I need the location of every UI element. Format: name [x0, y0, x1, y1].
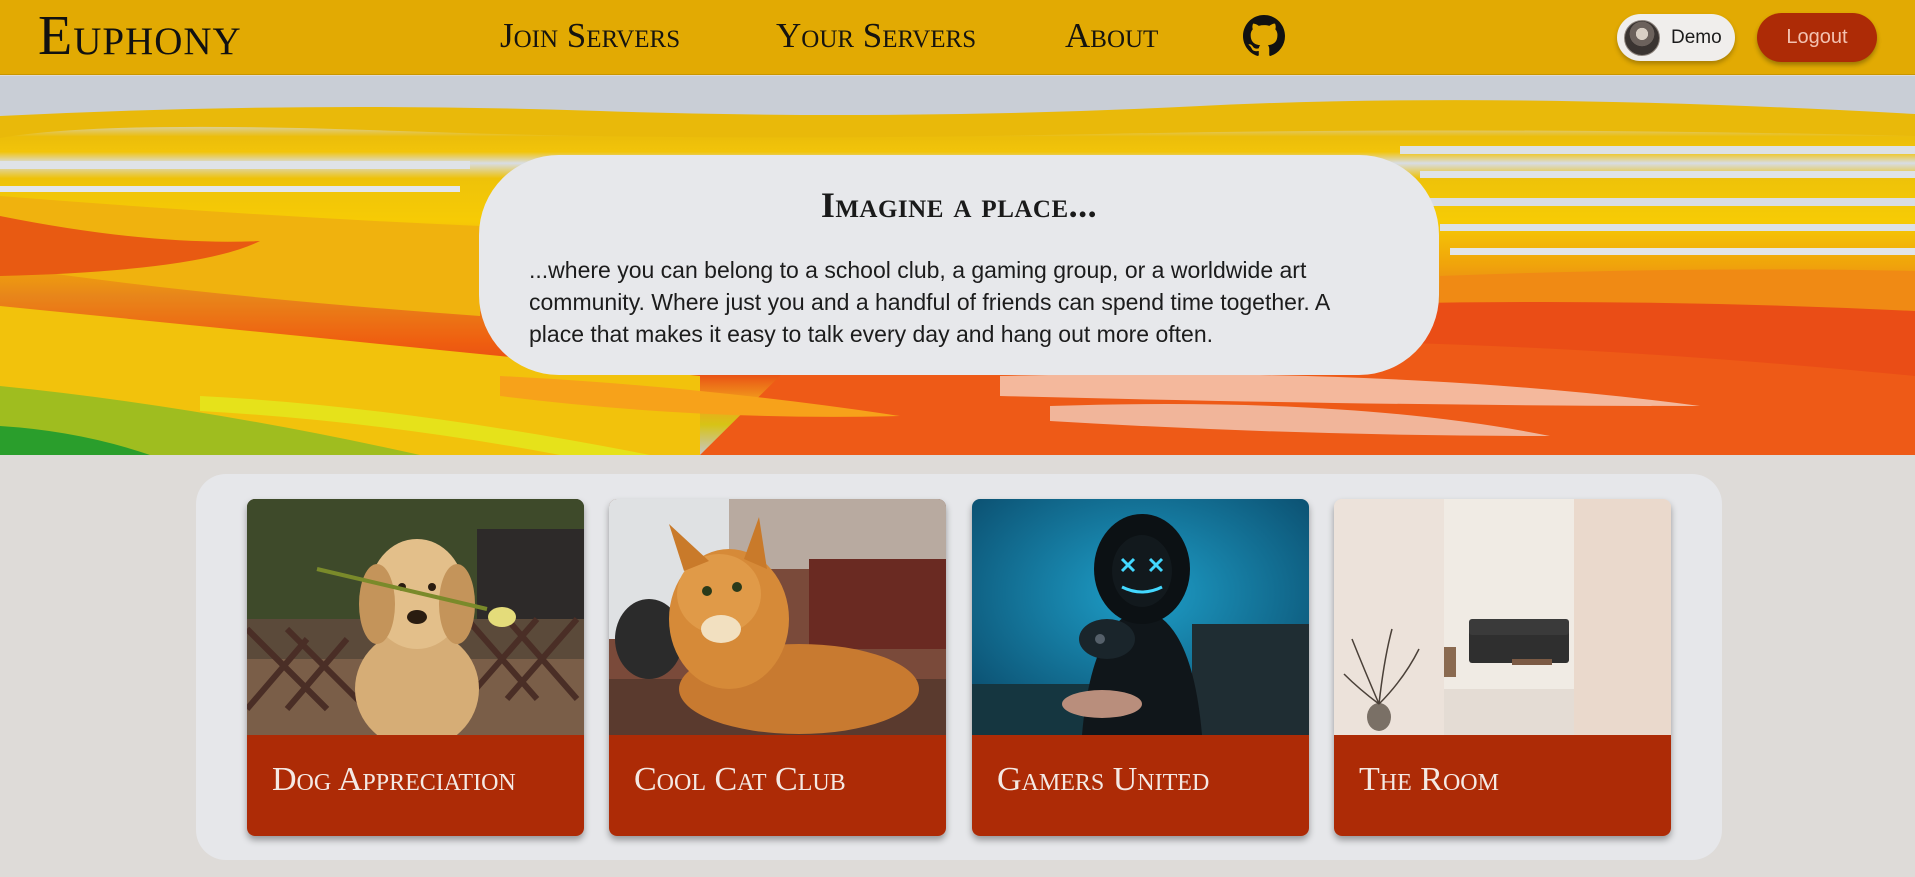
server-card-cool-cat-club[interactable]: Cool Cat Club — [609, 499, 946, 836]
server-name: Dog Appreciation — [272, 761, 516, 798]
github-icon[interactable] — [1243, 15, 1285, 57]
servers-panel: Dog Appreciation Cool Cat Club Gamers Un… — [196, 474, 1722, 860]
server-card-the-room[interactable]: The Room — [1334, 499, 1671, 836]
nav-about[interactable]: About — [1065, 14, 1158, 58]
nav-join-servers[interactable]: Join Servers — [500, 14, 680, 58]
hero-description: ...where you can belong to a school club… — [529, 257, 1329, 347]
avatar — [1624, 20, 1660, 56]
server-card-footer: Dog Appreciation — [247, 735, 584, 836]
server-name: Cool Cat Club — [634, 761, 846, 798]
top-navbar: Euphony Join Servers Your Servers About … — [0, 0, 1915, 75]
brand-logo[interactable]: Euphony — [38, 6, 242, 66]
server-card-dog-appreciation[interactable]: Dog Appreciation — [247, 499, 584, 836]
server-card-footer: Gamers United — [972, 735, 1309, 836]
user-profile-chip[interactable]: Demo — [1617, 14, 1735, 61]
hero-banner: Imagine a place... ...where you can belo… — [0, 76, 1915, 455]
hero-card: Imagine a place... ...where you can belo… — [479, 155, 1439, 375]
logout-button[interactable]: Logout — [1757, 13, 1877, 62]
server-image-dog — [247, 499, 584, 735]
user-name: Demo — [1671, 27, 1722, 48]
server-image-room — [1334, 499, 1671, 735]
server-card-gamers-united[interactable]: Gamers United — [972, 499, 1309, 836]
nav-your-servers[interactable]: Your Servers — [776, 14, 976, 58]
server-image-gamer — [972, 499, 1309, 735]
hero-title: Imagine a place... — [820, 185, 1098, 225]
server-card-footer: The Room — [1334, 735, 1671, 836]
server-name: Gamers United — [997, 761, 1210, 798]
server-name: The Room — [1359, 761, 1499, 798]
server-card-footer: Cool Cat Club — [609, 735, 946, 836]
server-image-cat — [609, 499, 946, 735]
